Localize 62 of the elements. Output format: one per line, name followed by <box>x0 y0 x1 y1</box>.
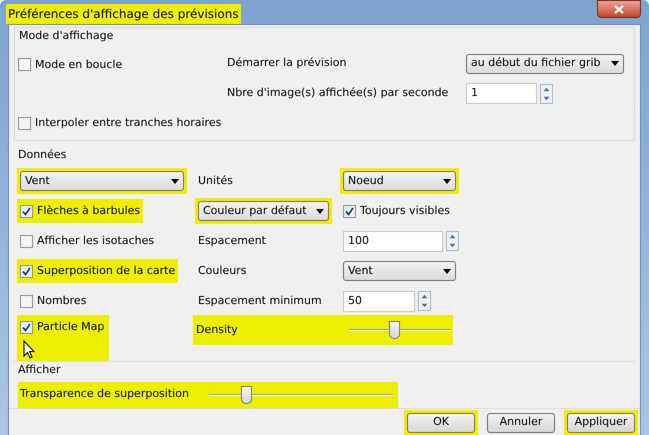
field-label: Espacement <box>197 232 267 249</box>
window-title: Préférences d'affichage des prévisions <box>6 4 241 24</box>
down-arrow-icon <box>419 301 430 310</box>
dialog-button[interactable]: OK <box>407 412 475 432</box>
dropdown[interactable]: Vent <box>20 171 184 191</box>
slider-thumb[interactable] <box>240 386 252 404</box>
down-arrow-icon <box>447 241 458 250</box>
checkbox-label: Nombres <box>37 292 86 309</box>
checkbox-label: Flèches à barbules <box>37 202 140 219</box>
field-label: Couleurs <box>197 262 248 279</box>
up-arrow-icon <box>447 232 458 241</box>
checkbox[interactable] <box>20 204 33 218</box>
caret-icon <box>443 268 451 274</box>
checkbox-label: Mode en boucle <box>35 56 122 72</box>
dropdown[interactable]: Vent <box>343 261 456 281</box>
number-field[interactable]: 50 <box>343 290 415 312</box>
section-header: Afficher <box>17 362 62 378</box>
checkbox-label: Particle Map <box>37 319 104 335</box>
dropdown[interactable]: Noeud <box>343 171 456 191</box>
dropdown[interactable]: Couleur par défaut <box>198 201 329 221</box>
caret-icon <box>316 208 324 214</box>
slider-thumb[interactable] <box>388 321 400 339</box>
slider-track[interactable] <box>349 321 451 339</box>
caret-icon <box>611 61 619 66</box>
field-label: Nbre d'image(s) affichée(s) par seconde <box>227 85 450 102</box>
checkmark-icon <box>22 266 31 276</box>
checkmark-icon <box>22 322 31 332</box>
dialog-button[interactable]: Appliquer <box>567 412 635 432</box>
checkbox[interactable] <box>20 294 33 308</box>
checkbox[interactable] <box>343 204 356 218</box>
caret-icon <box>443 178 451 184</box>
slider-label: Density <box>196 322 238 338</box>
checkmark-icon <box>345 206 354 216</box>
slider-label: Transparence de superposition <box>20 386 190 402</box>
checkbox-label: Interpoler entre tranches horaires <box>35 115 222 131</box>
checkbox[interactable] <box>18 58 31 72</box>
number-field[interactable]: 100 <box>343 230 443 252</box>
checkbox-label: Afficher les isotaches <box>37 232 154 249</box>
checkbox[interactable] <box>18 116 31 130</box>
checkbox[interactable] <box>20 320 33 334</box>
checkbox-label: Toujours visibles <box>360 202 450 219</box>
number-field[interactable]: 1 <box>466 83 537 104</box>
field-label: Unités <box>197 172 234 189</box>
close-icon <box>614 4 624 14</box>
checkbox[interactable] <box>20 264 33 278</box>
dialog-button[interactable]: Annuler <box>487 412 555 432</box>
spin-buttons[interactable] <box>540 84 553 104</box>
field-label: Démarrer la prévision <box>227 55 348 72</box>
checkbox-label: Superposition de la carte <box>37 262 176 279</box>
up-arrow-icon <box>419 292 430 301</box>
section-header: Mode d'affichage <box>18 28 114 44</box>
checkmark-icon <box>22 206 31 216</box>
dropdown[interactable]: au début du fichier grib <box>466 54 624 74</box>
close-button[interactable] <box>597 0 641 18</box>
section-header: Données <box>17 146 68 162</box>
mouse-pointer-icon <box>23 340 35 358</box>
field-label: Espacement minimum <box>197 292 323 309</box>
spin-buttons[interactable] <box>446 231 459 251</box>
spin-buttons[interactable] <box>418 291 431 311</box>
slider-track[interactable] <box>209 386 393 404</box>
caret-icon <box>171 178 179 184</box>
checkbox[interactable] <box>20 234 33 248</box>
